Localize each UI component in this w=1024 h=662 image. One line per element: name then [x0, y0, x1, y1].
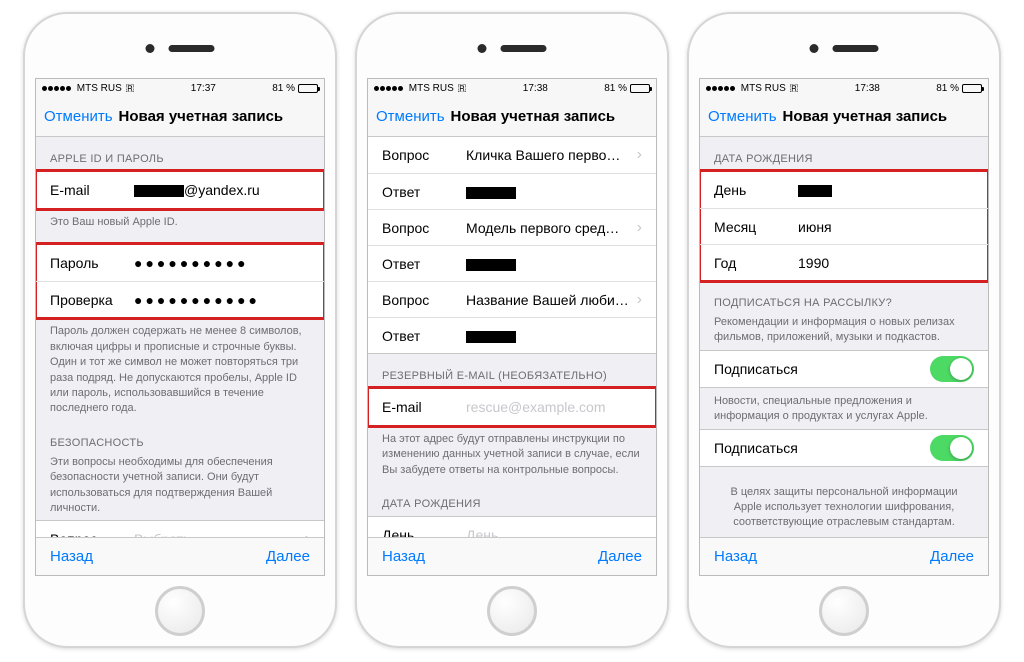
- q1-row[interactable]: ВопросКличка Вашего перво…›: [368, 137, 656, 173]
- status-bar: MTS RUS 🇷 17:37 81 %: [36, 79, 324, 97]
- verify-row[interactable]: Проверка ●●●●●●●●●●●: [36, 281, 324, 317]
- home-button[interactable]: [155, 586, 205, 636]
- a1-row[interactable]: Ответ: [368, 173, 656, 209]
- q2-row[interactable]: ВопросМодель первого сред…›: [368, 209, 656, 245]
- day-row[interactable]: ДеньДень: [368, 517, 656, 537]
- cancel-button[interactable]: Отменить: [708, 108, 777, 125]
- a3-row[interactable]: Ответ: [368, 317, 656, 353]
- chevron-right-icon: ›: [305, 530, 310, 537]
- year-row[interactable]: Год1990: [700, 244, 988, 280]
- nav-title: Новая учетная запись: [119, 108, 284, 125]
- privacy-footer: В целях защиты персональной информации A…: [700, 467, 988, 537]
- email-row[interactable]: E-mail @yandex.ru: [36, 172, 324, 208]
- password-footer: Пароль должен содержать не менее 8 симво…: [36, 318, 324, 420]
- password-row[interactable]: Пароль ●●●●●●●●●●: [36, 245, 324, 281]
- switch-on[interactable]: [930, 356, 974, 382]
- subscribe-row-1[interactable]: Подписаться: [700, 351, 988, 387]
- redacted: [134, 185, 184, 197]
- phone-1: MTS RUS 🇷 17:37 81 % Отменить Новая учет…: [23, 12, 337, 648]
- nav-title: Новая учетная запись: [451, 108, 616, 125]
- subscribe-header: ПОДПИСАТЬСЯ НА РАССЫЛКУ?: [700, 281, 988, 315]
- keyboard-toolbar: Назад Далее: [36, 537, 324, 575]
- switch-on[interactable]: [930, 435, 974, 461]
- back-button[interactable]: Назад: [382, 548, 425, 565]
- back-button[interactable]: Назад: [50, 548, 93, 565]
- cancel-button[interactable]: Отменить: [44, 108, 113, 125]
- cancel-button[interactable]: Отменить: [376, 108, 445, 125]
- day-row[interactable]: День: [700, 172, 988, 208]
- month-row[interactable]: Месяциюня: [700, 208, 988, 244]
- dob-header: ДАТА РОЖДЕНИЯ: [700, 137, 988, 171]
- email-footer: Это Ваш новый Apple ID.: [36, 209, 324, 234]
- home-button[interactable]: [487, 586, 537, 636]
- phone-2: MTS RUS 🇷 17:38 81 % Отменить Новая учет…: [355, 12, 669, 648]
- next-button[interactable]: Далее: [266, 548, 310, 565]
- next-button[interactable]: Далее: [930, 548, 974, 565]
- home-button[interactable]: [819, 586, 869, 636]
- a2-row[interactable]: Ответ: [368, 245, 656, 281]
- q3-row[interactable]: ВопросНазвание Вашей люби…›: [368, 281, 656, 317]
- dob-header: ДАТА РОЖДЕНИЯ: [368, 482, 656, 516]
- subscribe-row-2[interactable]: Подписаться: [700, 430, 988, 466]
- question-row[interactable]: Вопрос Выбрать ›: [36, 521, 324, 537]
- security-footer: Эти вопросы необходимы для обеспечения б…: [36, 455, 324, 521]
- rescue-email-row[interactable]: E-mailrescue@example.com: [368, 389, 656, 425]
- nav-title: Новая учетная запись: [783, 108, 948, 125]
- next-button[interactable]: Далее: [598, 548, 642, 565]
- rescue-footer: На этот адрес будут отправлены инструкци…: [368, 426, 656, 482]
- section-header-appleid: APPLE ID И ПАРОЛЬ: [36, 137, 324, 171]
- back-button[interactable]: Назад: [714, 548, 757, 565]
- phone-3: MTS RUS 🇷 17:38 81 % Отменить Новая учет…: [687, 12, 1001, 648]
- rescue-header: РЕЗЕРВНЫЙ E-MAIL (НЕОБЯЗАТЕЛЬНО): [368, 354, 656, 388]
- subscribe-footer-1: Рекомендации и информация о новых релиза…: [700, 315, 988, 350]
- nav-bar: Отменить Новая учетная запись: [36, 97, 324, 137]
- section-header-security: БЕЗОПАСНОСТЬ: [36, 421, 324, 455]
- subscribe-footer-2: Новости, специальные предложения и инфор…: [700, 388, 988, 429]
